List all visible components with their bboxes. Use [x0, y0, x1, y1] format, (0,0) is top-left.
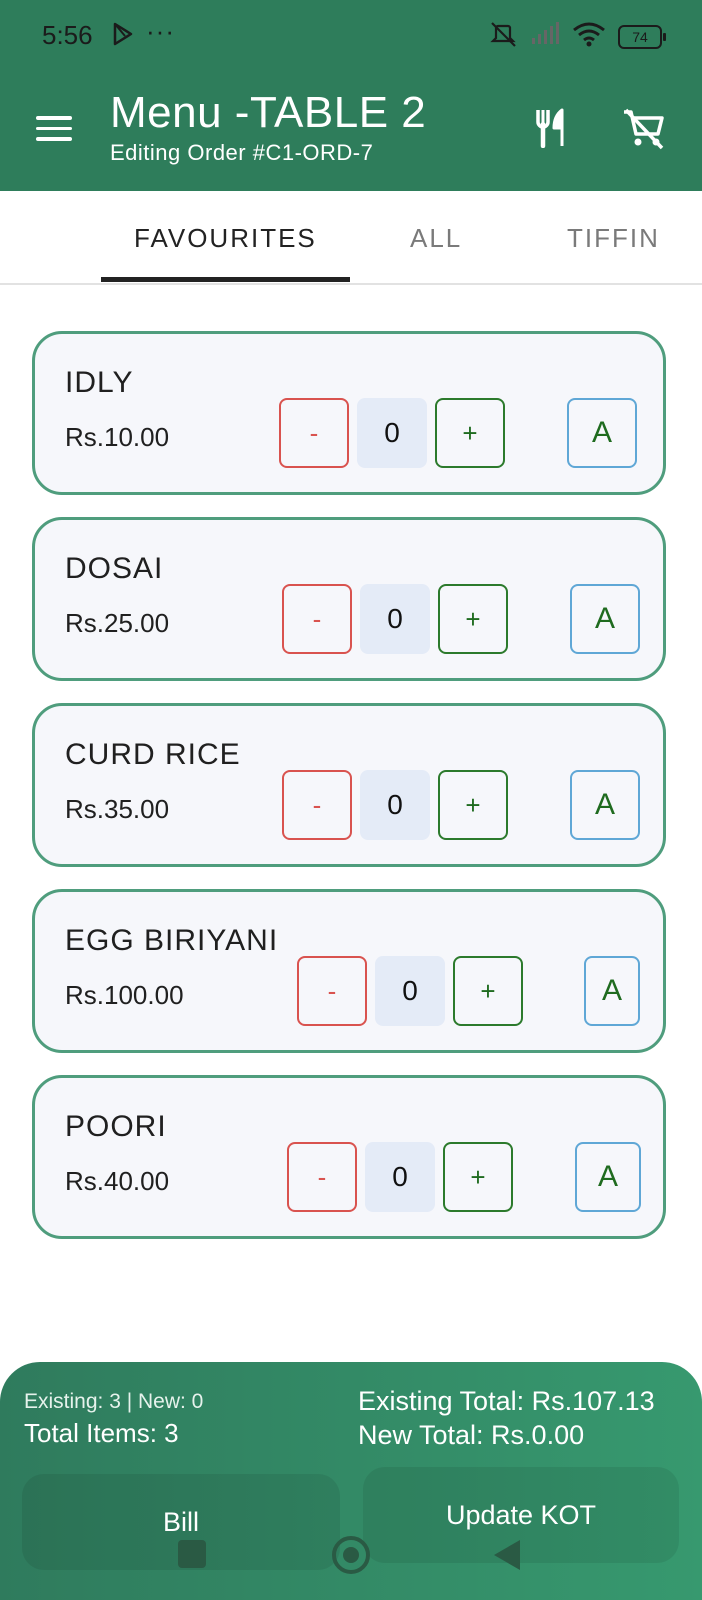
decrease-button[interactable]: - — [282, 770, 352, 840]
existing-total: Existing Total: Rs.107.13 — [358, 1386, 655, 1416]
addon-button[interactable]: A — [570, 584, 640, 654]
recents-nav-icon[interactable] — [178, 1540, 206, 1568]
battery-icon: 74 — [618, 24, 666, 49]
quantity-value: 0 — [360, 584, 430, 654]
addon-button[interactable]: A — [570, 770, 640, 840]
play-store-icon — [112, 22, 134, 51]
tab-tiffin[interactable]: TIFFIN — [567, 223, 660, 254]
menu-icon[interactable] — [36, 116, 72, 142]
quantity-value: 0 — [365, 1142, 435, 1212]
status-icons: 74 — [488, 20, 666, 53]
item-price: Rs.25.00 — [65, 608, 170, 638]
item-price: Rs.35.00 — [65, 794, 170, 824]
increase-button[interactable]: + — [438, 584, 508, 654]
total-items: Total Items: 3 — [24, 1418, 179, 1448]
cart-off-icon[interactable] — [622, 108, 666, 155]
decrease-button[interactable]: - — [287, 1142, 357, 1212]
item-counts: Existing: 3 | New: 0 — [24, 1390, 204, 1413]
menu-item-card: POORI Rs.40.00 - 0 + A — [32, 1075, 666, 1239]
home-nav-icon[interactable] — [332, 1536, 370, 1574]
increase-button[interactable]: + — [435, 398, 505, 468]
app-bar: 5:56 ··· 74 Menu -TABLE 2 Editing Order … — [0, 0, 702, 191]
new-total: New Total: Rs.0.00 — [358, 1420, 585, 1450]
increase-button[interactable]: + — [453, 956, 523, 1026]
increase-button[interactable]: + — [443, 1142, 513, 1212]
mute-vibrate-icon — [488, 20, 518, 53]
menu-item-card: CURD RICE Rs.35.00 - 0 + A — [32, 703, 666, 867]
status-bar: 5:56 ··· 74 — [0, 0, 702, 76]
status-overflow: ··· — [146, 16, 175, 46]
item-name: IDLY — [65, 366, 134, 399]
menu-item-card: DOSAI Rs.25.00 - 0 + A — [32, 517, 666, 681]
addon-button[interactable]: A — [567, 398, 637, 468]
item-name: DOSAI — [65, 552, 164, 585]
item-name: CURD RICE — [65, 738, 241, 771]
system-nav-bar — [0, 1536, 702, 1574]
addon-button[interactable]: A — [575, 1142, 641, 1212]
quantity-value: 0 — [357, 398, 427, 468]
tab-indicator — [101, 277, 350, 282]
category-tabs: FAVOURITES ALL TIFFIN — [0, 191, 702, 285]
menu-item-card: IDLY Rs.10.00 - 0 + A — [32, 331, 666, 495]
decrease-button[interactable]: - — [297, 956, 367, 1026]
addon-button[interactable]: A — [584, 956, 640, 1026]
signal-icon — [530, 22, 560, 51]
item-name: EGG BIRIYANI — [65, 924, 279, 957]
quantity-value: 0 — [375, 956, 445, 1026]
tab-all[interactable]: ALL — [410, 223, 462, 254]
page-title: Menu -TABLE 2 — [110, 88, 427, 137]
increase-button[interactable]: + — [438, 770, 508, 840]
item-price: Rs.100.00 — [65, 980, 184, 1010]
item-price: Rs.10.00 — [65, 422, 170, 452]
quantity-value: 0 — [360, 770, 430, 840]
cutlery-icon[interactable] — [534, 108, 570, 153]
back-nav-icon[interactable] — [494, 1540, 520, 1570]
decrease-button[interactable]: - — [279, 398, 349, 468]
tab-favourites[interactable]: FAVOURITES — [134, 223, 317, 254]
wifi-icon — [572, 21, 606, 52]
item-price: Rs.40.00 — [65, 1166, 170, 1196]
item-name: POORI — [65, 1110, 167, 1143]
menu-item-card: EGG BIRIYANI Rs.100.00 - 0 + A — [32, 889, 666, 1053]
decrease-button[interactable]: - — [282, 584, 352, 654]
page-subtitle: Editing Order #C1-ORD-7 — [110, 140, 374, 165]
status-time: 5:56 — [42, 20, 93, 50]
order-summary-panel: Existing: 3 | New: 0 Total Items: 3 Exis… — [0, 1362, 702, 1600]
